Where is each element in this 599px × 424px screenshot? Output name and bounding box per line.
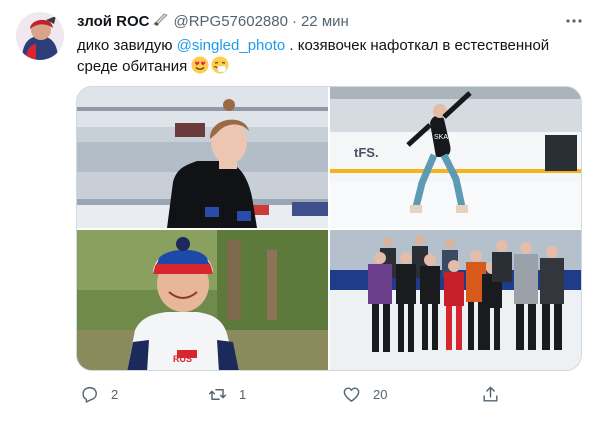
like-button[interactable]: 20 [342, 382, 387, 406]
banner-text: tFS. [354, 145, 379, 160]
tweet-header: злой ROC @RPG57602880 · 22 мин [77, 12, 583, 32]
user-handle[interactable]: @RPG57602880 [173, 13, 287, 30]
shirt-text: SKATE [434, 134, 457, 141]
separator-dot: · [291, 13, 297, 30]
retweet-icon [208, 388, 227, 400]
photo-child-outdoor[interactable]: RUS [77, 230, 328, 370]
tweet-text: дико завидую @singled_photo . козявочек … [77, 35, 552, 77]
avatar[interactable] [16, 12, 64, 60]
tweet-actions: 2 1 20 [76, 382, 582, 406]
reply-icon [82, 386, 97, 403]
reply-count: 2 [111, 386, 119, 402]
share-button[interactable] [481, 382, 500, 406]
share-icon [483, 386, 498, 402]
more-icon[interactable] [565, 12, 583, 30]
tweet-text-start: дико завидую [77, 37, 177, 54]
photo-skater-jump[interactable]: tFS. SKATE [330, 87, 581, 228]
like-icon [343, 386, 360, 402]
tweet[interactable]: злой ROC @RPG57602880 · 22 мин дико завидую… [0, 0, 599, 424]
photo-grid: tFS. SKATE RUS [76, 86, 582, 371]
display-name[interactable]: злой ROC [77, 13, 149, 30]
photo-skater-portrait[interactable] [77, 87, 328, 228]
retweet-button[interactable]: 1 [208, 382, 246, 406]
timestamp[interactable]: 22 мин [301, 13, 349, 30]
mention-link[interactable]: @singled_photo [177, 37, 286, 54]
retweet-count: 1 [239, 386, 247, 402]
sneezing-face-emoji [211, 56, 229, 74]
jacket-text: RUS [173, 354, 192, 364]
like-count: 20 [373, 386, 388, 402]
photo-group[interactable] [330, 230, 581, 370]
knife-icon [153, 12, 169, 32]
reply-button[interactable]: 2 [80, 382, 118, 406]
avatar-image [16, 12, 64, 60]
smiling-face-with-heart-eyes-emoji [191, 56, 209, 74]
